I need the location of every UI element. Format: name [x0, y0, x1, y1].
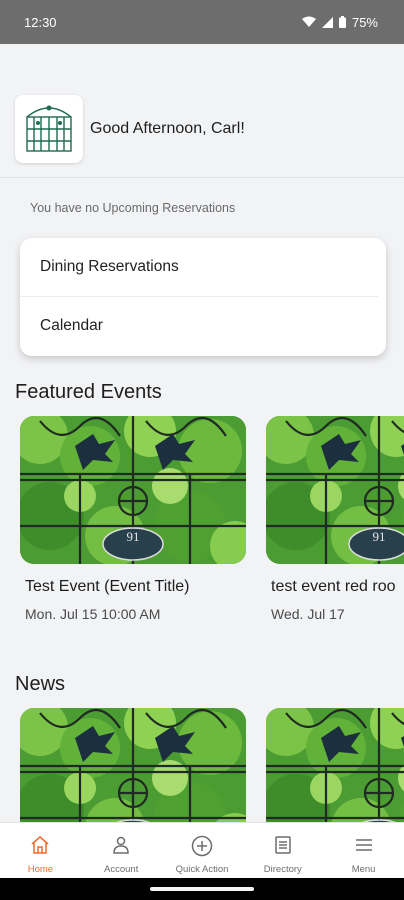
- featured-events-title: Featured Events: [15, 381, 162, 403]
- system-gesture-area: [0, 878, 404, 900]
- event-date: Mon. Jul 15 10:00 AM: [25, 606, 161, 622]
- news-image: 91: [20, 708, 246, 822]
- nav-menu-label: Menu: [351, 864, 376, 875]
- featured-events-carousel[interactable]: 91 Test Event (Event Title) Mon. Jul 15 …: [0, 416, 404, 638]
- greeting-text: Good Afternoon, Carl!: [90, 119, 245, 137]
- bottom-navigation: Home Account Quick Action Directory Menu: [0, 822, 404, 878]
- nav-directory-label: Directory: [263, 864, 302, 875]
- nav-directory[interactable]: Directory: [242, 823, 323, 878]
- signal-icon: [321, 16, 333, 28]
- news-carousel[interactable]: 91 91: [0, 708, 404, 822]
- nav-menu[interactable]: Menu: [323, 823, 404, 878]
- news-card[interactable]: 91: [266, 708, 404, 822]
- news-card[interactable]: 91: [20, 708, 246, 822]
- event-card[interactable]: 91 test event red roo Wed. Jul 17: [266, 416, 404, 622]
- battery-percent: 75%: [351, 14, 378, 30]
- calendar-link[interactable]: Calendar: [20, 296, 378, 354]
- club-logo[interactable]: [15, 94, 83, 163]
- home-icon: [30, 835, 50, 858]
- news-image: 91: [266, 708, 404, 822]
- gate-logo-icon: [24, 99, 74, 158]
- quick-links-card: Dining Reservations Calendar: [20, 238, 386, 356]
- event-plaque-number: 91: [372, 529, 386, 544]
- event-card[interactable]: 91 Test Event (Event Title) Mon. Jul 15 …: [20, 416, 246, 622]
- event-title: Test Event (Event Title): [25, 578, 190, 595]
- dining-reservations-link[interactable]: Dining Reservations: [20, 238, 386, 296]
- nav-home-label: Home: [27, 864, 54, 875]
- event-plaque-number: 91: [126, 529, 140, 544]
- list-icon: [273, 835, 293, 858]
- status-icons: 75%: [301, 14, 378, 30]
- person-icon: [111, 835, 131, 858]
- home-header: Good Afternoon, Carl!: [0, 80, 404, 178]
- event-title: test event red roo: [271, 578, 396, 595]
- event-image: 91: [20, 416, 246, 564]
- wifi-icon: [301, 16, 316, 28]
- calendar-label: Calendar: [40, 316, 103, 334]
- nav-quick-action[interactable]: Quick Action: [162, 823, 243, 878]
- plus-circle-icon: [191, 835, 213, 860]
- nav-home[interactable]: Home: [0, 823, 81, 878]
- event-image: 91: [266, 416, 404, 564]
- no-reservations-message: You have no Upcoming Reservations: [30, 201, 236, 215]
- dining-reservations-label: Dining Reservations: [40, 258, 179, 275]
- nav-account-label: Account: [104, 864, 139, 875]
- hamburger-icon: [354, 835, 374, 858]
- home-gesture-bar[interactable]: [150, 887, 254, 891]
- news-title: News: [15, 673, 66, 695]
- nav-quick-action-label: Quick Action: [175, 864, 229, 875]
- event-date: Wed. Jul 17: [271, 606, 345, 622]
- status-time: 12:30: [24, 14, 57, 30]
- status-bar: 12:30 75%: [0, 0, 404, 44]
- nav-account[interactable]: Account: [81, 823, 162, 878]
- battery-icon: [338, 16, 346, 28]
